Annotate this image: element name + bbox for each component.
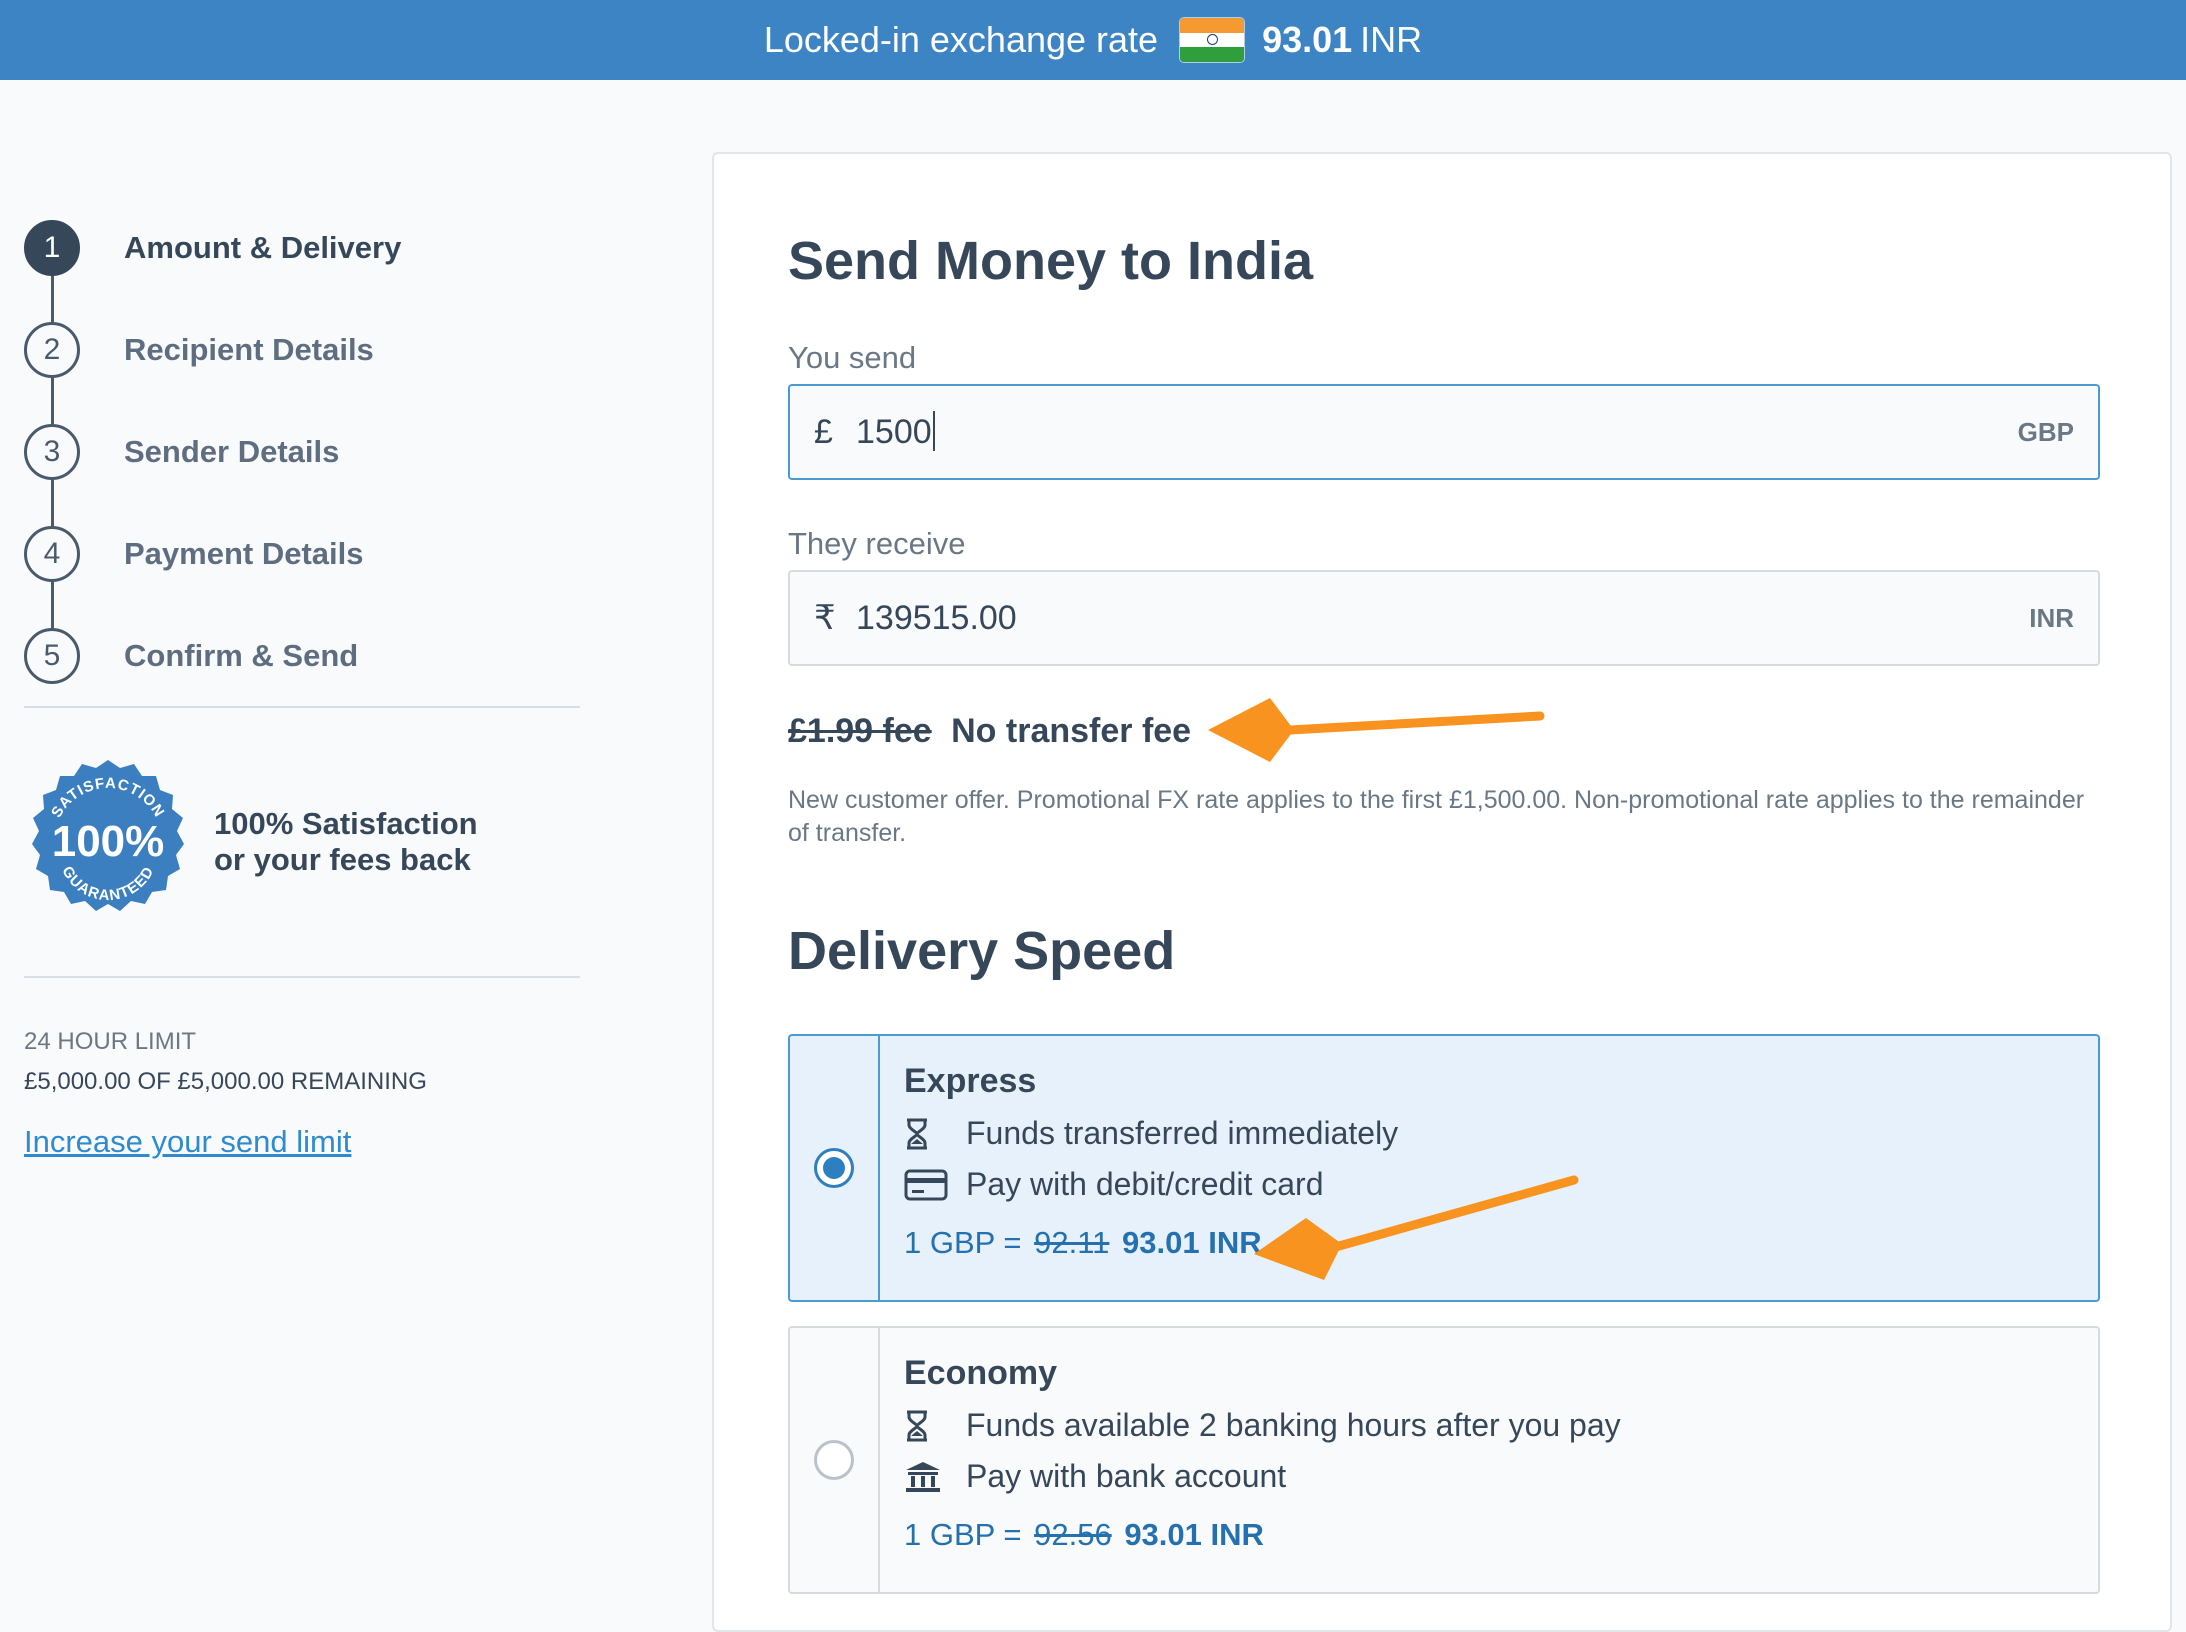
rate-prefix: 1 GBP = — [904, 1517, 1022, 1552]
step-number: 1 — [24, 220, 80, 276]
satisfaction-badge-icon: SATISFACTION 100% GUARANTEED — [32, 760, 184, 911]
economy-radio[interactable] — [814, 1440, 854, 1480]
hourglass-icon — [904, 1118, 966, 1150]
rate-new: 93.01 INR — [1122, 1225, 1262, 1260]
step-recipient-details[interactable]: 2 Recipient Details — [24, 322, 584, 424]
you-send-label: You send — [788, 340, 917, 375]
option-speed-row: Funds transferred immediately — [904, 1115, 1398, 1152]
radio-column — [790, 1328, 880, 1592]
guarantee-line-1: 100% Satisfaction — [214, 806, 478, 841]
rate-old: 92.11 — [1034, 1225, 1110, 1260]
exchange-rate-banner: Locked-in exchange rate 93.01 INR — [0, 0, 2186, 80]
step-amount-delivery[interactable]: 1 Amount & Delivery — [24, 220, 584, 322]
step-sender-details[interactable]: 3 Sender Details — [24, 424, 584, 526]
banner-rate-value: 93.01 — [1262, 19, 1353, 60]
option-name: Economy — [904, 1354, 1058, 1392]
step-confirm-send[interactable]: 5 Confirm & Send — [24, 628, 584, 706]
progress-steps: 1 Amount & Delivery 2 Recipient Details … — [24, 220, 584, 706]
old-fee: £1.99 fee — [788, 712, 932, 750]
rate-new: 93.01 INR — [1124, 1517, 1264, 1552]
sidebar: 1 Amount & Delivery 2 Recipient Details … — [24, 220, 584, 1160]
rate-old: 92.56 — [1034, 1517, 1112, 1552]
offer-note: New customer offer. Promotional FX rate … — [788, 786, 2085, 847]
option-name: Express — [904, 1062, 1037, 1100]
step-label: Amount & Delivery — [124, 230, 402, 265]
step-label: Recipient Details — [124, 332, 374, 367]
option-speed-row: Funds available 2 banking hours after yo… — [904, 1407, 1621, 1444]
banner-text: Locked-in exchange rate — [763, 19, 1159, 60]
step-label: Confirm & Send — [124, 638, 359, 673]
step-payment-details[interactable]: 4 Payment Details — [24, 526, 584, 628]
sidebar-divider — [24, 976, 580, 978]
step-number: 4 — [24, 526, 80, 582]
receive-currency: INR — [2029, 602, 2074, 633]
option-rate: 1 GBP = 92.56 93.01 INR — [904, 1517, 1621, 1553]
limit-remaining: £5,000.00 OF £5,000.00 REMAINING — [24, 1068, 427, 1095]
option-speed-text: Funds available 2 banking hours after yo… — [966, 1407, 1621, 1443]
receive-amount-field[interactable]: ₹ 139515.00 INR — [788, 570, 2100, 666]
transfer-fee: £1.99 fee No transfer fee — [788, 712, 1191, 751]
option-speed-text: Funds transferred immediately — [966, 1115, 1399, 1151]
rupee-symbol: ₹ — [814, 599, 836, 637]
delivery-speed-title: Delivery Speed — [788, 921, 1176, 981]
delivery-option-economy[interactable]: Economy Funds available 2 banking hours … — [788, 1326, 2100, 1594]
banner-rate-currency: INR — [1360, 19, 1423, 60]
option-payment-text: Pay with bank account — [966, 1458, 1287, 1494]
increase-limit-link[interactable]: Increase your send limit — [24, 1124, 351, 1160]
step-label: Payment Details — [124, 536, 364, 571]
send-amount-input[interactable]: 1500 — [856, 413, 2018, 452]
option-payment-row: Pay with bank account — [904, 1458, 1621, 1495]
guarantee-line-2: or your fees back — [214, 842, 471, 877]
page-title: Send Money to India — [788, 231, 1314, 291]
no-fee-label: No transfer fee — [951, 712, 1192, 750]
option-content: Express Funds transferred immediately Pa… — [880, 1036, 1398, 1300]
rate-prefix: 1 GBP = — [904, 1225, 1022, 1260]
option-payment-row: Pay with debit/credit card — [904, 1166, 1398, 1203]
hourglass-icon — [904, 1410, 966, 1442]
limit-title: 24 HOUR LIMIT — [24, 1028, 197, 1055]
credit-card-icon — [904, 1169, 966, 1201]
express-radio[interactable] — [814, 1148, 854, 1188]
pound-symbol: £ — [814, 412, 833, 451]
step-label: Sender Details — [124, 434, 340, 469]
option-content: Economy Funds available 2 banking hours … — [880, 1328, 1621, 1592]
step-number: 3 — [24, 424, 80, 480]
send-currency: GBP — [2017, 416, 2074, 447]
satisfaction-guarantee: SATISFACTION 100% GUARANTEED 100% Satisf… — [24, 758, 584, 926]
radio-column — [790, 1036, 880, 1300]
guarantee-text: 100% Satisfaction or your fees back — [214, 806, 478, 878]
india-flag-icon — [1180, 18, 1245, 62]
step-number: 2 — [24, 322, 80, 378]
option-rate: 1 GBP = 92.11 93.01 INR — [904, 1225, 1398, 1261]
badge-center-text: 100% — [52, 817, 165, 866]
step-number: 5 — [24, 628, 80, 684]
they-receive-label: They receive — [788, 526, 966, 561]
option-payment-text: Pay with debit/credit card — [966, 1166, 1324, 1202]
send-amount-field[interactable]: £ 1500 GBP — [788, 384, 2100, 480]
sidebar-divider — [24, 706, 580, 708]
bank-icon — [904, 1460, 966, 1494]
delivery-option-express[interactable]: Express Funds transferred immediately Pa… — [788, 1034, 2100, 1302]
receive-amount-input[interactable]: 139515.00 — [856, 599, 2029, 638]
send-money-card: Send Money to India You send £ 1500 GBP … — [712, 152, 2172, 1632]
